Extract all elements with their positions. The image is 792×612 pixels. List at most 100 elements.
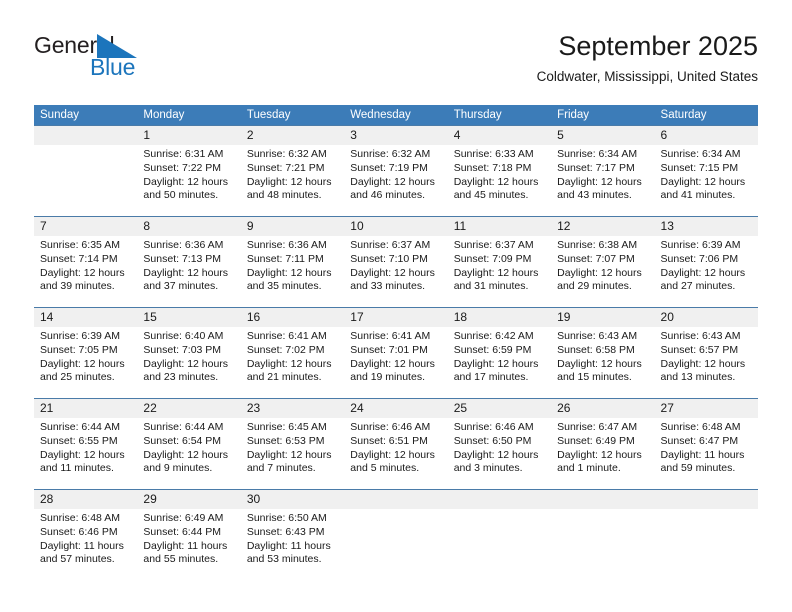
daylight-text-line2: and 37 minutes.: [143, 280, 219, 293]
day-number[interactable]: 30: [241, 490, 344, 509]
day-cell[interactable]: Sunrise: 6:48 AM Sunset: 6:47 PM Dayligh…: [655, 418, 758, 489]
daylight-text-line1: Daylight: 12 hours: [40, 357, 125, 370]
sunrise-text: Sunrise: 6:39 AM: [660, 239, 741, 251]
day-number[interactable]: [655, 490, 758, 509]
day-cell[interactable]: Sunrise: 6:37 AM Sunset: 7:10 PM Dayligh…: [344, 236, 447, 307]
day-cell[interactable]: Sunrise: 6:43 AM Sunset: 6:57 PM Dayligh…: [655, 327, 758, 398]
day-cell[interactable]: [448, 509, 551, 580]
sunset-text: Sunset: 6:59 PM: [453, 343, 532, 356]
day-number[interactable]: 6: [655, 126, 758, 145]
day-number[interactable]: 3: [344, 126, 447, 145]
daylight-text-line1: Daylight: 11 hours: [143, 539, 228, 552]
weekday-header-friday: Friday: [557, 109, 590, 121]
day-cell[interactable]: Sunrise: 6:34 AM Sunset: 7:15 PM Dayligh…: [655, 145, 758, 216]
sunset-text: Sunset: 6:58 PM: [557, 343, 635, 356]
day-number[interactable]: 1: [137, 126, 240, 145]
sunrise-text: Sunrise: 6:43 AM: [660, 330, 741, 342]
day-number[interactable]: 16: [241, 308, 344, 327]
day-number[interactable]: 26: [551, 399, 654, 418]
day-number[interactable]: 29: [137, 490, 240, 509]
day-number[interactable]: [344, 490, 447, 509]
daylight-text-line1: Daylight: 12 hours: [453, 357, 539, 370]
daylight-text-line1: Daylight: 12 hours: [350, 357, 435, 370]
day-cell[interactable]: Sunrise: 6:39 AM Sunset: 7:06 PM Dayligh…: [655, 236, 758, 307]
day-number[interactable]: [34, 126, 137, 145]
sunrise-text: Sunrise: 6:37 AM: [453, 239, 534, 251]
day-number[interactable]: 17: [344, 308, 447, 327]
day-number[interactable]: 11: [448, 217, 551, 236]
day-cell[interactable]: [655, 509, 758, 580]
day-cell[interactable]: Sunrise: 6:35 AM Sunset: 7:14 PM Dayligh…: [34, 236, 137, 307]
day-cell[interactable]: Sunrise: 6:40 AM Sunset: 7:03 PM Dayligh…: [137, 327, 240, 398]
sunset-text: Sunset: 7:11 PM: [246, 252, 324, 265]
day-cell[interactable]: Sunrise: 6:46 AM Sunset: 6:51 PM Dayligh…: [344, 418, 447, 489]
weekday-header-thursday: Thursday: [453, 109, 502, 121]
general-blue-logo[interactable]: General Blue: [34, 32, 234, 90]
day-cell[interactable]: Sunrise: 6:37 AM Sunset: 7:09 PM Dayligh…: [448, 236, 551, 307]
day-cell[interactable]: [344, 509, 447, 580]
day-cell[interactable]: Sunrise: 6:46 AM Sunset: 6:50 PM Dayligh…: [448, 418, 551, 489]
day-cell[interactable]: Sunrise: 6:34 AM Sunset: 7:17 PM Dayligh…: [551, 145, 654, 216]
day-number[interactable]: 10: [344, 217, 447, 236]
day-number[interactable]: 20: [655, 308, 758, 327]
day-number[interactable]: 2: [241, 126, 344, 145]
sunset-text: Sunset: 6:49 PM: [557, 434, 635, 447]
daylight-text-line2: and 43 minutes.: [557, 189, 632, 202]
day-number[interactable]: 22: [137, 399, 240, 418]
day-number[interactable]: 21: [34, 399, 137, 418]
day-number[interactable]: 15: [137, 308, 240, 327]
day-cell[interactable]: [551, 509, 654, 580]
day-number[interactable]: 12: [551, 217, 654, 236]
day-cell[interactable]: Sunrise: 6:38 AM Sunset: 7:07 PM Dayligh…: [551, 236, 654, 307]
day-cell[interactable]: Sunrise: 6:44 AM Sunset: 6:55 PM Dayligh…: [34, 418, 137, 489]
day-cell[interactable]: Sunrise: 6:31 AM Sunset: 7:22 PM Dayligh…: [137, 145, 240, 216]
day-cell[interactable]: Sunrise: 6:36 AM Sunset: 7:13 PM Dayligh…: [137, 236, 240, 307]
daylight-text-line2: and 11 minutes.: [40, 462, 114, 475]
daylight-text-line2: and 41 minutes.: [660, 189, 736, 202]
day-number[interactable]: 9: [241, 217, 344, 236]
weekday-header-tuesday: Tuesday: [246, 109, 291, 121]
day-number[interactable]: 13: [655, 217, 758, 236]
daylight-text-line2: and 19 minutes.: [350, 371, 425, 384]
day-number[interactable]: 7: [34, 217, 137, 236]
day-number[interactable]: 14: [34, 308, 137, 327]
day-number[interactable]: 5: [551, 126, 654, 145]
day-number[interactable]: 18: [448, 308, 551, 327]
day-cell[interactable]: Sunrise: 6:32 AM Sunset: 7:19 PM Dayligh…: [344, 145, 447, 216]
day-number[interactable]: 23: [241, 399, 344, 418]
day-cell[interactable]: Sunrise: 6:44 AM Sunset: 6:54 PM Dayligh…: [137, 418, 240, 489]
day-cell[interactable]: [34, 145, 137, 216]
day-number[interactable]: 19: [551, 308, 654, 327]
daylight-text-line1: Daylight: 12 hours: [246, 175, 332, 188]
sunset-text: Sunset: 7:19 PM: [350, 161, 428, 174]
day-number[interactable]: 8: [137, 217, 240, 236]
day-number[interactable]: 25: [448, 399, 551, 418]
weekday-header-monday: Monday: [143, 109, 185, 121]
day-cell[interactable]: Sunrise: 6:32 AM Sunset: 7:21 PM Dayligh…: [241, 145, 344, 216]
day-number[interactable]: 28: [34, 490, 137, 509]
day-number[interactable]: [551, 490, 654, 509]
day-cell[interactable]: Sunrise: 6:48 AM Sunset: 6:46 PM Dayligh…: [34, 509, 137, 580]
sunrise-text: Sunrise: 6:47 AM: [557, 421, 638, 433]
sunset-text: Sunset: 6:53 PM: [246, 434, 325, 447]
day-cell[interactable]: Sunrise: 6:41 AM Sunset: 7:01 PM Dayligh…: [344, 327, 447, 398]
day-cell[interactable]: Sunrise: 6:43 AM Sunset: 6:58 PM Dayligh…: [551, 327, 654, 398]
day-cell[interactable]: Sunrise: 6:39 AM Sunset: 7:05 PM Dayligh…: [34, 327, 137, 398]
day-cell[interactable]: Sunrise: 6:41 AM Sunset: 7:02 PM Dayligh…: [241, 327, 344, 398]
day-cell[interactable]: Sunrise: 6:36 AM Sunset: 7:11 PM Dayligh…: [241, 236, 344, 307]
day-cell[interactable]: Sunrise: 6:49 AM Sunset: 6:44 PM Dayligh…: [137, 509, 240, 580]
day-number[interactable]: 24: [344, 399, 447, 418]
day-cell[interactable]: Sunrise: 6:45 AM Sunset: 6:53 PM Dayligh…: [241, 418, 344, 489]
daylight-text-line2: and 50 minutes.: [143, 189, 219, 202]
day-number[interactable]: 27: [655, 399, 758, 418]
sunrise-text: Sunrise: 6:44 AM: [40, 421, 120, 433]
sunset-text: Sunset: 7:07 PM: [557, 252, 635, 265]
day-cell[interactable]: Sunrise: 6:47 AM Sunset: 6:49 PM Dayligh…: [551, 418, 654, 489]
sunset-text: Sunset: 6:57 PM: [660, 343, 739, 356]
day-cell[interactable]: Sunrise: 6:50 AM Sunset: 6:43 PM Dayligh…: [241, 509, 344, 580]
day-cell[interactable]: Sunrise: 6:42 AM Sunset: 6:59 PM Dayligh…: [448, 327, 551, 398]
day-number[interactable]: 4: [448, 126, 551, 145]
sunset-text: Sunset: 7:03 PM: [143, 343, 222, 356]
day-number[interactable]: [448, 490, 551, 509]
day-cell[interactable]: Sunrise: 6:33 AM Sunset: 7:18 PM Dayligh…: [448, 145, 551, 216]
